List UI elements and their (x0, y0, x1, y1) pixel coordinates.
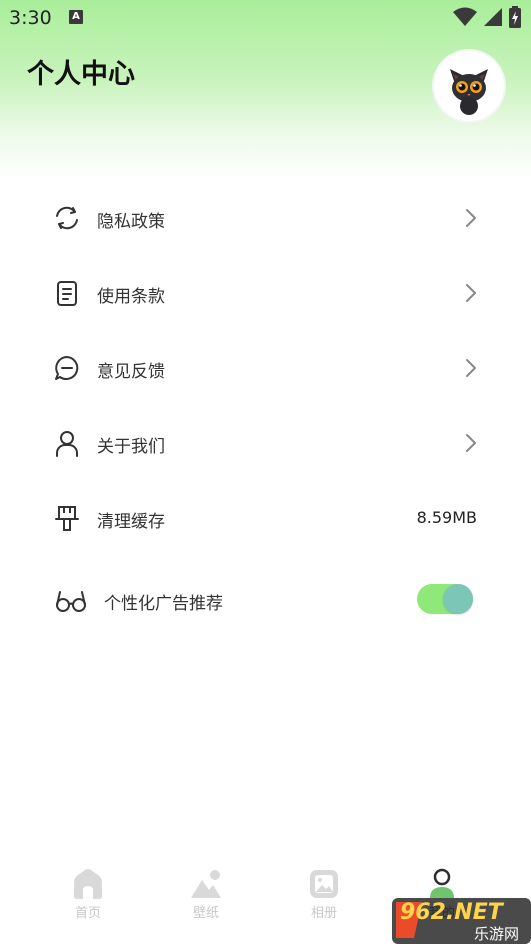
signal-icon (484, 8, 502, 26)
gallery-icon (310, 870, 338, 898)
person-icon (56, 431, 78, 457)
nav-label-wallpaper: 壁纸 (192, 906, 219, 921)
toggle-knob (443, 584, 473, 614)
privacy-label: 隐私政策 (97, 212, 165, 232)
menu-item-clear-cache[interactable]: 清理缓存 8.59MB (0, 488, 531, 548)
glasses-icon (56, 591, 86, 612)
terms-label: 使用条款 (97, 287, 165, 307)
chat-bubble-icon (55, 356, 79, 380)
status-bar: 3:30 A (0, 0, 531, 36)
about-label: 关于我们 (97, 437, 165, 457)
clear-cache-label: 清理缓存 (97, 512, 165, 532)
status-indicators (453, 6, 521, 28)
menu-item-about[interactable]: 关于我们 (0, 413, 531, 473)
chevron-right-icon (466, 209, 476, 227)
landscape-icon (191, 870, 221, 898)
watermark-text-bottom: 乐游网 (474, 925, 520, 943)
brush-icon (55, 506, 79, 531)
nav-label-album: 相册 (310, 906, 337, 921)
wifi-icon (453, 7, 477, 26)
menu-item-terms[interactable]: 使用条款 (0, 263, 531, 323)
chevron-right-icon (466, 284, 476, 302)
chevron-right-icon (466, 359, 476, 377)
watermark-text-top: 962.NET (400, 900, 503, 925)
menu-item-feedback[interactable]: 意见反馈 (0, 338, 531, 398)
chevron-right-icon (466, 434, 476, 452)
avatar[interactable] (434, 51, 504, 121)
feedback-label: 意见反馈 (97, 362, 165, 382)
personalized-ads-label: 个性化广告推荐 (104, 594, 223, 614)
status-time: 3:30 (9, 7, 52, 29)
document-icon (57, 281, 77, 306)
watermark-logo: 962.NET 乐游网 (392, 896, 531, 944)
cache-size-value: 8.59MB (416, 508, 477, 527)
notification-a-icon: A (69, 10, 83, 24)
battery-icon (509, 6, 521, 28)
personalized-ads-toggle[interactable] (417, 584, 473, 614)
home-icon (74, 869, 102, 899)
nav-item-home[interactable]: 首页 (48, 868, 128, 921)
nav-item-wallpaper[interactable]: 壁纸 (166, 868, 246, 921)
menu-item-privacy[interactable]: 隐私政策 (0, 188, 531, 248)
page-title: 个人中心 (27, 59, 135, 90)
nav-item-album[interactable]: 相册 (284, 868, 364, 921)
cat-avatar-icon (450, 69, 488, 115)
nav-label-home: 首页 (74, 906, 101, 921)
refresh-icon (56, 206, 78, 230)
